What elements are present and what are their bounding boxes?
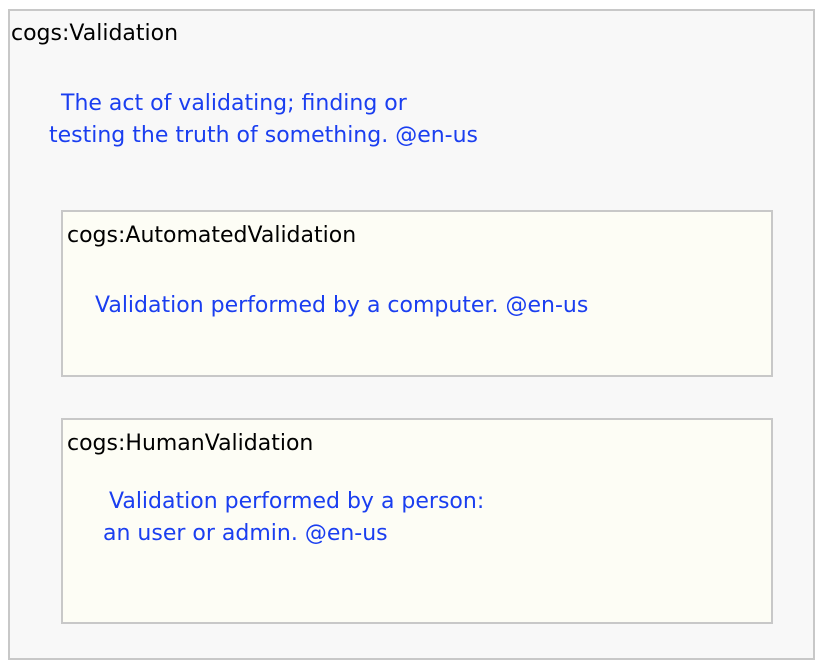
- class-name-validation: cogs:Validation: [11, 21, 179, 46]
- class-name-human-validation: cogs:HumanValidation: [67, 431, 314, 456]
- class-name-automated-validation: cogs:AutomatedValidation: [67, 223, 357, 248]
- comment-line: The act of validating; finding or: [61, 91, 407, 116]
- comment-line: Validation performed by a computer. @en-…: [95, 293, 589, 318]
- comment-line: testing the truth of something. @en-us: [49, 123, 479, 148]
- comment-line: Validation performed by a person:: [109, 489, 485, 514]
- comment-line: an user or admin. @en-us: [103, 521, 388, 546]
